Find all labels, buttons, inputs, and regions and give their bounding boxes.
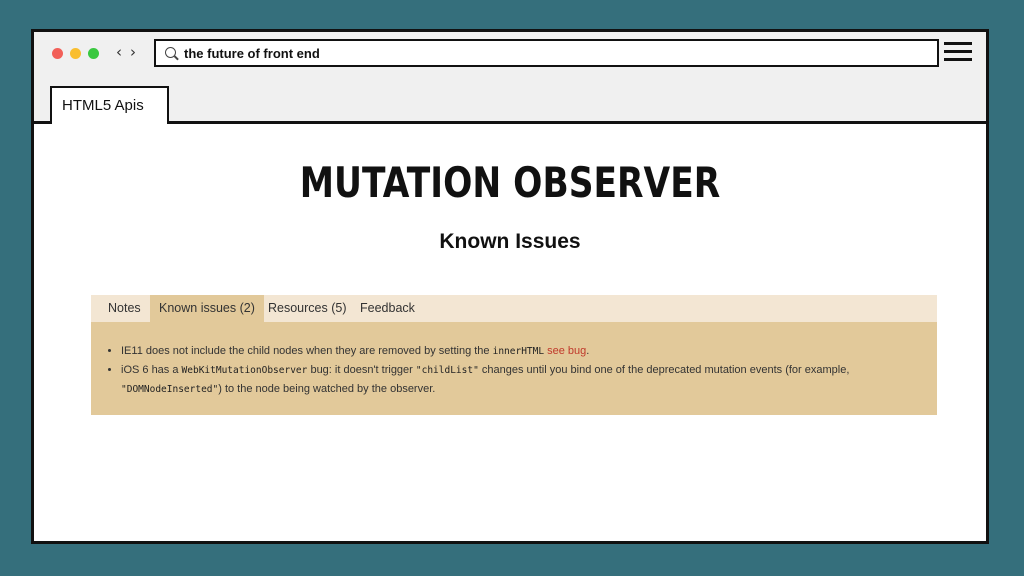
code-inline: "childList"	[415, 365, 479, 376]
list-item: IE11 does not include the child nodes wh…	[121, 342, 941, 361]
issue-list: IE11 does not include the child nodes wh…	[107, 342, 941, 399]
page-title: MUTATION OBSERVER	[299, 158, 721, 207]
minimize-window-button[interactable]	[70, 48, 81, 59]
browser-chrome: ‹ › the future of front end HTML5 Apis	[34, 32, 986, 124]
back-icon[interactable]: ‹	[116, 43, 122, 61]
forward-icon[interactable]: ›	[130, 43, 136, 61]
tab-notes[interactable]: Notes	[108, 295, 141, 322]
panel-body: IE11 does not include the child nodes wh…	[91, 322, 937, 415]
known-issues-panel: Notes Known issues (2) Resources (5) Fee…	[91, 295, 937, 415]
maximize-window-button[interactable]	[88, 48, 99, 59]
tab-feedback[interactable]: Feedback	[360, 295, 415, 322]
address-bar[interactable]: the future of front end	[154, 39, 939, 67]
list-item: iOS 6 has a WebKitMutationObserver bug: …	[121, 361, 941, 399]
hamburger-menu-icon[interactable]	[944, 42, 972, 62]
panel-tab-bar: Notes Known issues (2) Resources (5) Fee…	[91, 295, 937, 322]
code-inline: innerHTML	[492, 346, 545, 357]
close-window-button[interactable]	[52, 48, 63, 59]
code-inline: WebKitMutationObserver	[181, 365, 308, 376]
browser-tab[interactable]: HTML5 Apis	[50, 86, 169, 124]
see-bug-link[interactable]: see bug	[547, 345, 586, 357]
address-text: the future of front end	[184, 46, 320, 61]
browser-window: ‹ › the future of front end HTML5 Apis M…	[31, 29, 989, 544]
tab-known-issues[interactable]: Known issues (2)	[150, 295, 264, 322]
page-subtitle: Known Issues	[439, 230, 581, 253]
code-inline: "DOMNodeInserted"	[121, 384, 219, 395]
tab-resources[interactable]: Resources (5)	[268, 295, 347, 322]
search-icon	[165, 47, 176, 58]
